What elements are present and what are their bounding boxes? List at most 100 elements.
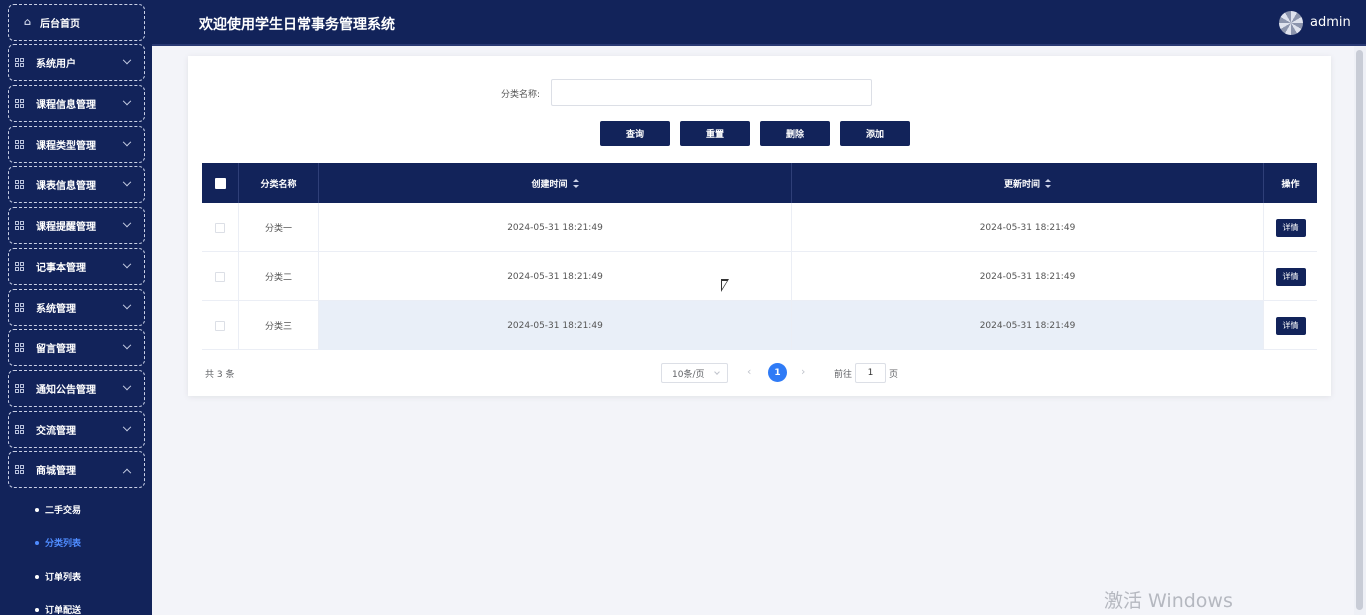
sidebar-item-system-users[interactable]: 系统用户 [8,44,145,81]
row-check-cell [202,252,239,301]
table-row: 分类二 2024-05-31 18:21:49 2024-05-31 18:21… [202,252,1317,301]
sidebar-item-label: 商城管理 [36,466,76,477]
chevron-down-icon [714,369,720,375]
chevron-down-icon [122,259,132,268]
page-size-select[interactable]: 10条/页 [661,363,728,383]
chevron-down-icon [122,96,132,105]
column-header-label: 操作 [1281,179,1300,190]
grid-icon [15,303,24,312]
detail-button[interactable]: 详情 [1275,316,1306,335]
sidebar-item-label: 课程类型管理 [36,141,96,152]
category-name-input[interactable] [551,79,872,106]
page-size-value: 10条/页 [672,369,705,380]
chevron-down-icon [122,218,132,227]
sidebar-item-label: 系统管理 [36,304,76,315]
delete-button[interactable]: 删除 [760,121,830,146]
scrollbar-thumb[interactable] [1356,50,1363,610]
sidebar-item-mall[interactable]: 商城管理 [8,451,145,488]
sidebar-subitem-order-delivery[interactable]: 订单配送 [35,603,81,615]
sidebar-item-course-type[interactable]: 课程类型管理 [8,126,145,163]
sidebar-item-course-info[interactable]: 课程信息管理 [8,85,145,122]
row-checkbox[interactable] [215,222,225,233]
sidebar-subitem-category-list[interactable]: 分类列表 [35,536,81,549]
column-header-name: 分类名称 [239,163,319,203]
search-label: 分类名称: [501,90,541,100]
grid-icon [15,140,24,149]
grid-icon [15,180,24,189]
grid-icon [15,384,24,393]
sidebar-item-label: 通知公告管理 [36,385,96,396]
reset-button[interactable]: 重置 [680,121,750,146]
chevron-down-icon [122,137,132,146]
sidebar-item-label: 后台首页 [40,19,80,30]
sidebar-item-label: 留言管理 [36,344,76,355]
mouse-cursor-icon [721,279,729,292]
sort-icon[interactable] [1045,178,1051,188]
column-header-label: 分类名称 [260,179,297,190]
grid-icon [15,262,24,271]
cell-created: 2024-05-31 18:21:49 [319,252,792,301]
sidebar-subitem-order-list[interactable]: 订单列表 [35,570,81,583]
sidebar-item-messages[interactable]: 留言管理 [8,329,145,366]
query-button[interactable]: 查询 [600,121,670,146]
sidebar-item-label: 课程提醒管理 [36,222,96,233]
cell-name: 分类三 [239,301,319,350]
content-card: 分类名称: 查询 重置 删除 添加 分类名称 创建时间 更新时间 操作 分类一 … [188,56,1331,396]
column-header-created[interactable]: 创建时间 [319,163,792,203]
sidebar-item-system-management[interactable]: 系统管理 [8,289,145,326]
page-scrollbar[interactable] [1354,46,1366,615]
sidebar-item-timetable[interactable]: 课表信息管理 [8,166,145,203]
row-checkbox[interactable] [215,271,225,282]
username[interactable]: admin [1310,15,1351,30]
column-header-action: 操作 [1264,163,1317,203]
row-check-cell [202,203,239,252]
bullet-icon [35,574,39,579]
sidebar: ⌂ 后台首页 系统用户 课程信息管理 课程类型管理 课表信息管理 课程提醒管理 … [0,0,152,615]
sidebar-item-notebook[interactable]: 记事本管理 [8,248,145,285]
sidebar-item-announcements[interactable]: 通知公告管理 [8,370,145,407]
cell-action: 详情 [1264,301,1317,350]
sidebar-subitem-label: 二手交易 [45,506,82,516]
prev-page-icon[interactable]: ‹ [747,365,751,379]
row-checkbox[interactable] [215,320,225,331]
bullet-icon [35,540,39,545]
select-all-checkbox[interactable] [214,177,226,189]
grid-icon [15,425,24,434]
cell-action: 详情 [1264,203,1317,252]
cell-updated: 2024-05-31 18:21:49 [792,301,1264,350]
add-button[interactable]: 添加 [840,121,910,146]
sort-icon[interactable] [572,178,579,188]
next-page-icon[interactable]: › [801,365,805,379]
goto-label: 前往 [834,370,853,380]
sidebar-subitem-label: 分类列表 [45,539,82,549]
cell-updated: 2024-05-31 18:21:49 [792,203,1264,252]
page-number-current[interactable]: 1 [768,363,787,382]
sidebar-subitem-second-hand[interactable]: 二手交易 [35,503,81,516]
detail-button[interactable]: 详情 [1275,267,1306,286]
detail-button[interactable]: 详情 [1275,218,1306,237]
sidebar-item-home[interactable]: ⌂ 后台首页 [8,4,145,41]
sidebar-item-label: 课程信息管理 [36,100,96,111]
sidebar-subitem-label: 订单配送 [45,606,82,615]
grid-icon [15,465,24,474]
table-row: 分类一 2024-05-31 18:21:49 2024-05-31 18:21… [202,203,1317,252]
chevron-down-icon [122,422,132,431]
sidebar-item-label: 交流管理 [36,426,76,437]
column-header-updated[interactable]: 更新时间 [792,163,1264,203]
grid-icon [15,99,24,108]
goto-suffix: 页 [889,370,899,380]
cell-name: 分类一 [239,203,319,252]
goto-page-input[interactable] [855,363,886,383]
sidebar-item-course-reminder[interactable]: 课程提醒管理 [8,207,145,244]
cell-created: 2024-05-31 18:21:49 [319,301,792,350]
grid-icon [15,58,24,67]
sidebar-item-exchange[interactable]: 交流管理 [8,411,145,448]
column-header-label: 更新时间 [1003,179,1040,190]
sidebar-item-label: 记事本管理 [36,263,86,274]
avatar[interactable] [1279,11,1303,35]
select-all-cell [202,163,239,203]
cell-created: 2024-05-31 18:21:49 [319,203,792,252]
sidebar-item-label: 课表信息管理 [36,181,96,192]
column-header-label: 创建时间 [531,179,568,190]
grid-icon [15,221,24,230]
